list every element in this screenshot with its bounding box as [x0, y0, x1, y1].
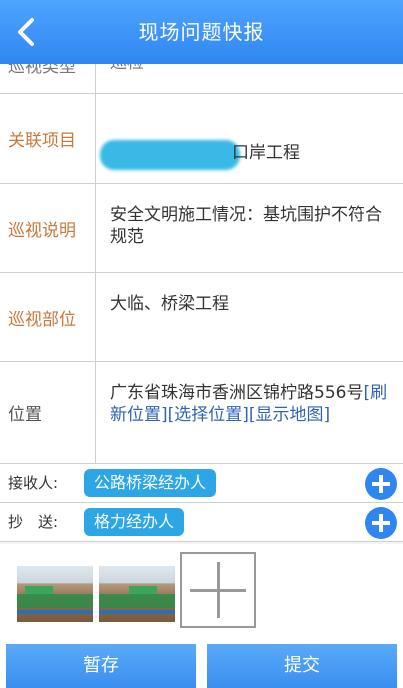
inspection-type-label: 巡视类型 [0, 64, 96, 93]
cc-chip[interactable]: 格力经办人 [84, 508, 185, 536]
add-receiver-plus-icon[interactable] [365, 468, 397, 500]
row-project: 关联项目 口岸工程 [0, 94, 403, 184]
inspection-type-value[interactable]: 巡检 [110, 64, 389, 74]
cc-row: 抄 送: 格力经办人 [0, 503, 403, 542]
receiver-chip[interactable]: 公路桥梁经办人 [84, 469, 217, 497]
photo-thumbnail[interactable] [99, 566, 175, 622]
add-photo-plus-icon[interactable] [180, 552, 256, 628]
project-label: 关联项目 [0, 94, 96, 183]
submit-button[interactable]: 提交 [207, 644, 397, 688]
photo-attachments [0, 544, 403, 644]
row-position: 位置 广东省珠海市香洲区锦柠路556号[刷新位置][选择位置][显示地图] [0, 362, 403, 464]
app-header: 现场问题快报 [0, 0, 403, 64]
row-location-part: 巡视部位 大临、桥梁工程 [0, 273, 403, 362]
location-part-value[interactable]: 大临、桥梁工程 [110, 293, 389, 315]
cc-label: 抄 送: [8, 513, 59, 531]
save-draft-button[interactable]: 暂存 [6, 644, 196, 688]
choose-position-link[interactable]: [选择位置] [168, 405, 249, 425]
position-value: 广东省珠海市香洲区锦柠路556号[刷新位置][选择位置][显示地图] [110, 382, 389, 426]
footer-bar: 暂存 提交 [0, 644, 403, 688]
receivers-label: 接收人: [8, 474, 59, 492]
project-value[interactable]: 口岸工程 [232, 142, 389, 164]
location-part-label: 巡视部位 [0, 273, 96, 361]
show-map-link[interactable]: [显示地图] [249, 405, 330, 425]
receivers-row: 接收人: 公路桥梁经办人 [0, 464, 403, 503]
redaction-mark [100, 140, 240, 170]
photo-thumbnail[interactable] [17, 566, 93, 622]
page-title: 现场问题快报 [138, 20, 265, 44]
address-text: 广东省珠海市香洲区锦柠路556号 [110, 383, 364, 403]
position-label: 位置 [0, 362, 96, 463]
add-cc-plus-icon[interactable] [365, 507, 397, 539]
report-form: 巡视类型 巡检 关联项目 口岸工程 巡视说明 安全文明施工情况：基坑围护不符合规… [0, 64, 403, 542]
row-inspection-type: 巡视类型 巡检 [0, 64, 403, 94]
description-label: 巡视说明 [0, 184, 96, 272]
row-description: 巡视说明 安全文明施工情况：基坑围护不符合规范 [0, 184, 403, 273]
description-value[interactable]: 安全文明施工情况：基坑围护不符合规范 [110, 204, 389, 248]
